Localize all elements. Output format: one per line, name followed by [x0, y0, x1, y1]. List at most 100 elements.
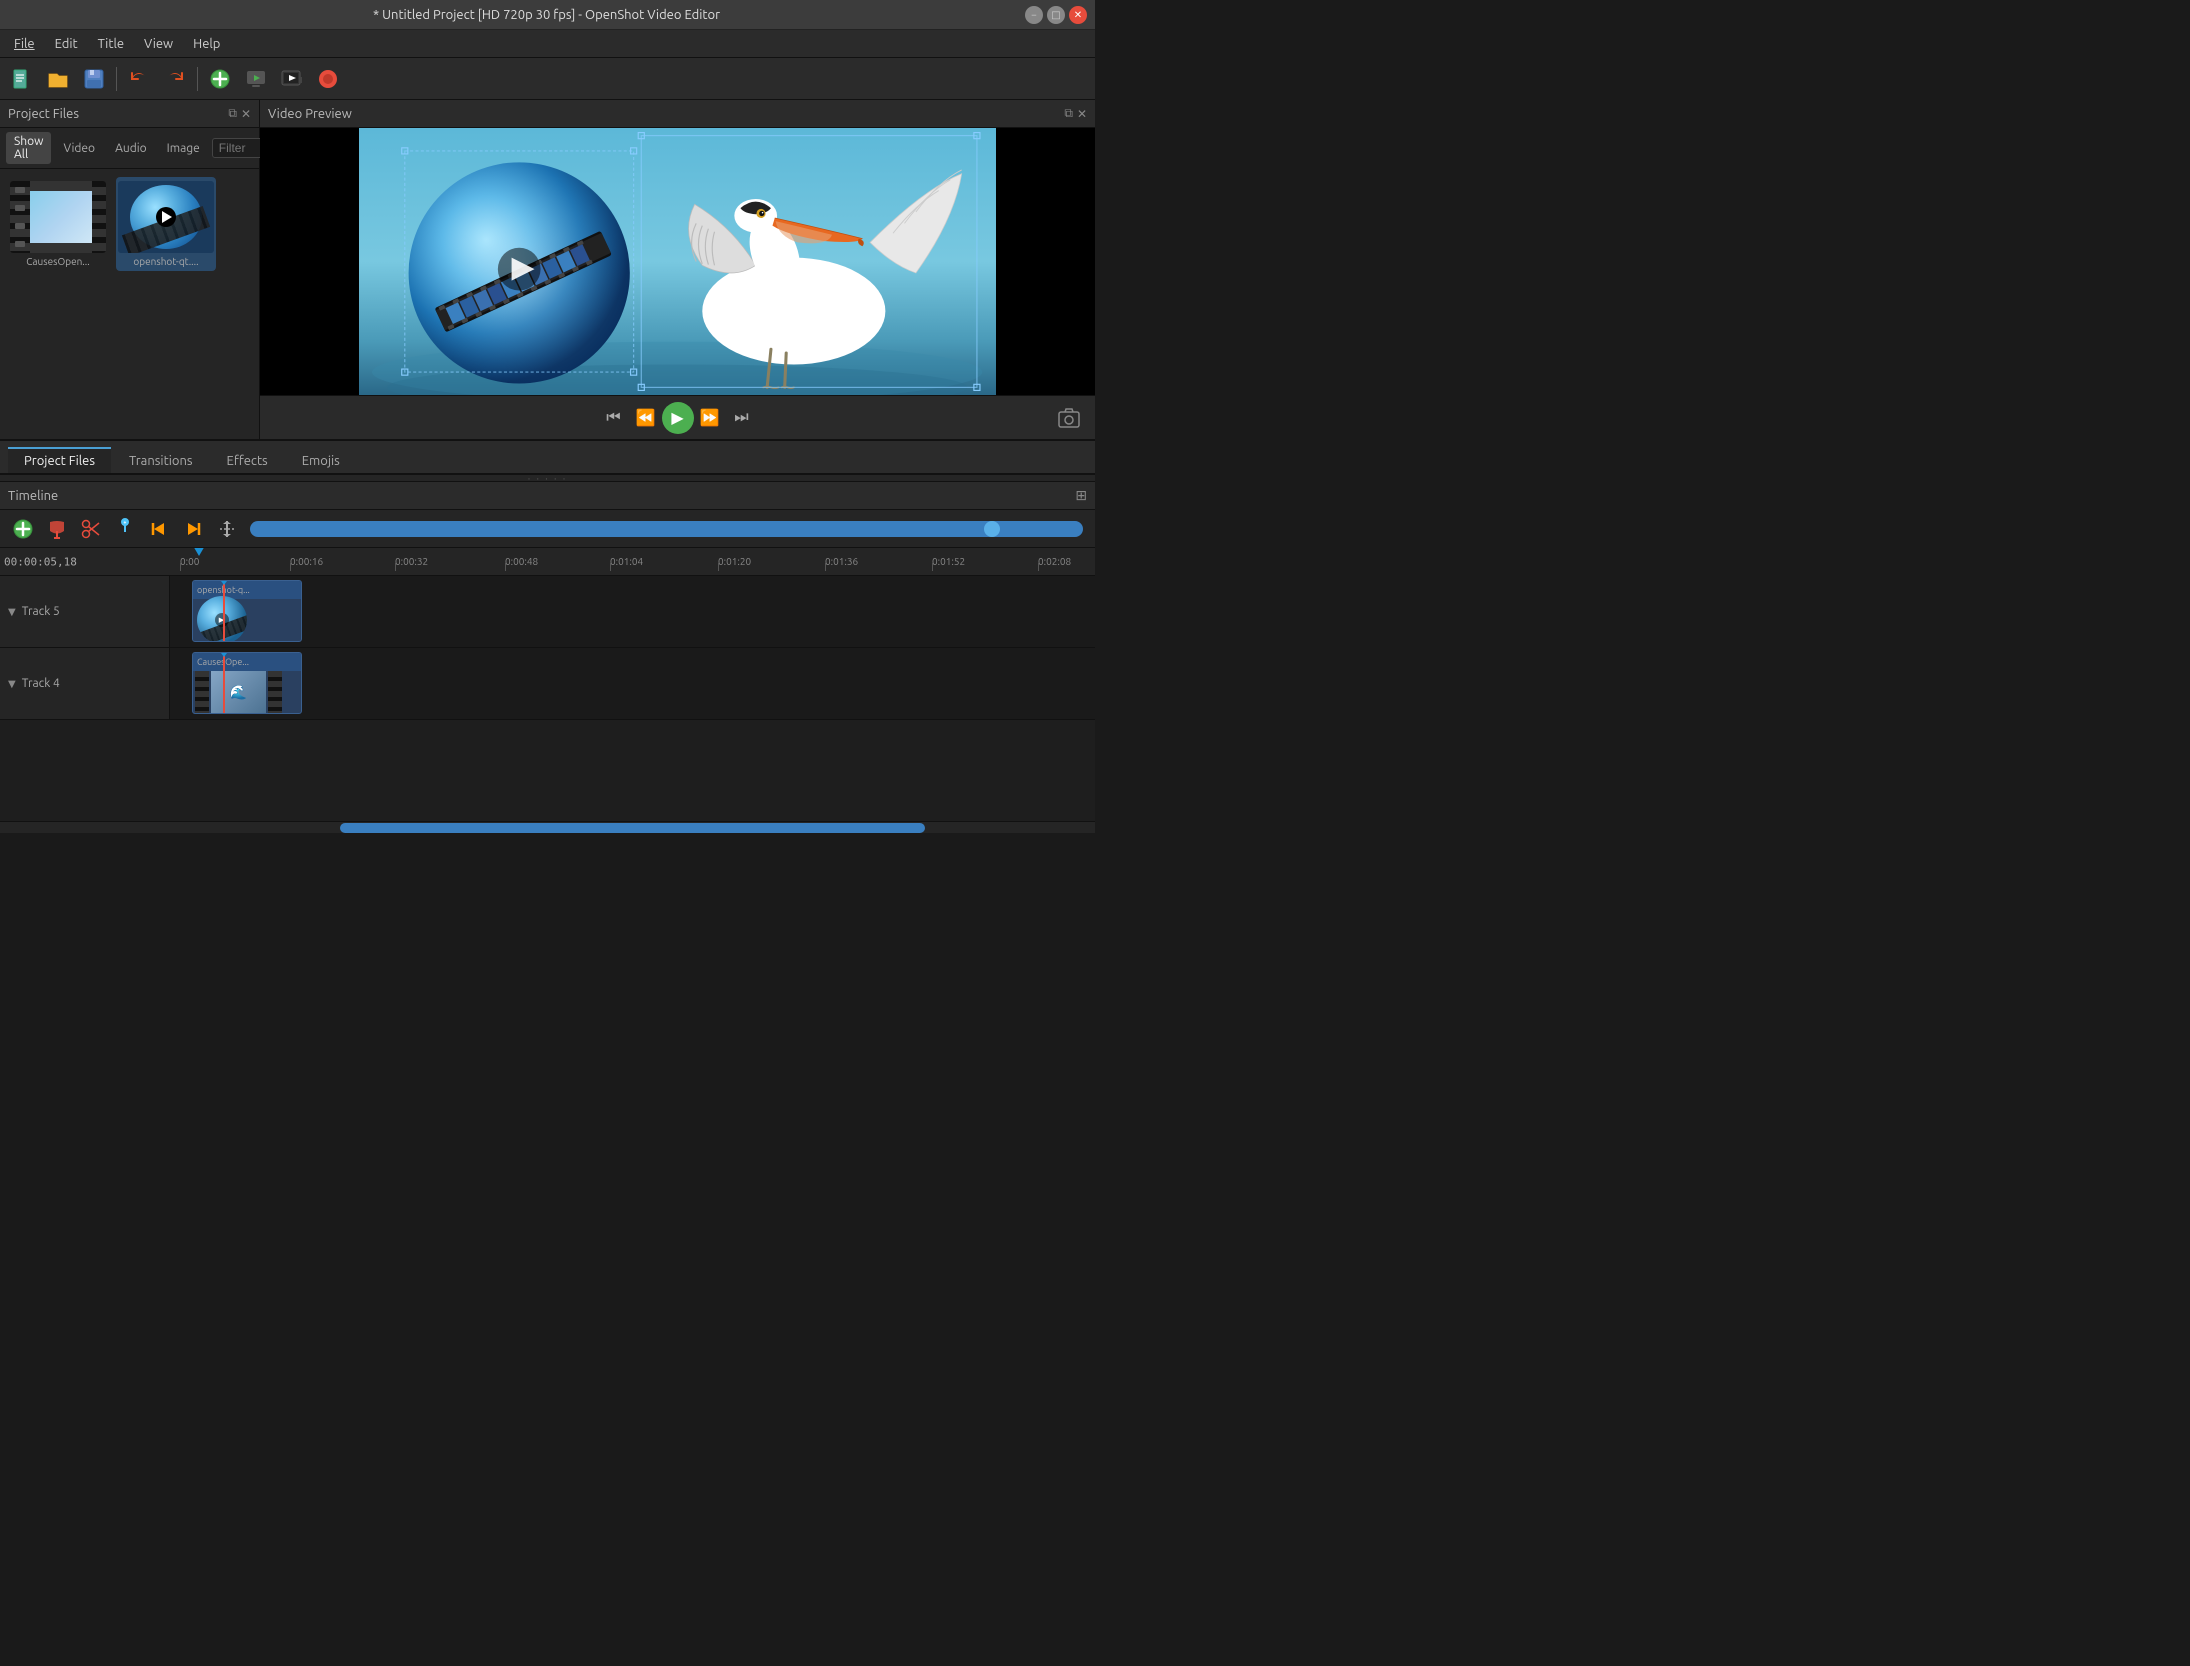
toolbar-separator-2 [197, 67, 198, 91]
jump-end-button[interactable] [178, 515, 208, 543]
tab-emojis[interactable]: Emojis [286, 447, 356, 473]
track-5-name: Track 5 [22, 605, 60, 618]
timeline-header-icon[interactable]: ⊞ [1075, 487, 1087, 504]
preview-svg [260, 128, 1095, 395]
track-4-clip-causes[interactable]: CausesOpe... 🌊 [192, 652, 302, 714]
menu-edit[interactable]: Edit [47, 35, 86, 53]
preview-button[interactable] [240, 63, 272, 95]
file-thumb-causes [10, 181, 106, 253]
preview-controls: ⏮ ⏪ ▶ ⏩ ⏭ [260, 395, 1095, 439]
record-button[interactable] [312, 63, 344, 95]
titlebar-title: * Untitled Project [HD 720p 30 fps] - Op… [68, 8, 1025, 22]
ruler-tick-152 [932, 563, 933, 571]
tab-effects[interactable]: Effects [211, 447, 284, 473]
add-clip-icon [209, 68, 231, 90]
undo-button[interactable] [123, 63, 155, 95]
track-5-content[interactable]: openshot-q... ▶ [170, 576, 1095, 647]
panel-resize-handle[interactable]: · · · · · [0, 474, 1095, 482]
project-files-header-icons: ⧉ ✕ [228, 107, 251, 121]
zoom-handle[interactable] [984, 521, 1000, 537]
add-track-button[interactable] [8, 515, 38, 543]
timeline-header: Timeline ⊞ [0, 482, 1095, 510]
bottom-tabs: Project Files Transitions Effects Emojis [0, 440, 1095, 474]
file-item-openshot[interactable]: openshot-qt.... [116, 177, 216, 271]
horizontal-scrollbar[interactable] [0, 821, 1095, 833]
preview-canvas [260, 128, 1095, 395]
openshot-logo-thumb [130, 185, 202, 249]
forward-to-end-button[interactable]: ⏭ [726, 402, 758, 434]
add-clip-button[interactable] [204, 63, 236, 95]
tab-transitions[interactable]: Transitions [113, 447, 209, 473]
ruler-playhead [192, 548, 206, 571]
toolbar [0, 58, 1095, 100]
new-button[interactable] [6, 63, 38, 95]
track-4-content[interactable]: CausesOpe... 🌊 [170, 648, 1095, 719]
camera-icon [1057, 406, 1081, 430]
tick-136: 0:01:36 [825, 556, 858, 567]
new-icon [11, 68, 33, 90]
filter-video[interactable]: Video [55, 139, 103, 158]
split-button[interactable] [76, 515, 106, 543]
screenshot-button[interactable] [1055, 404, 1083, 432]
save-button[interactable] [78, 63, 110, 95]
tick-152: 0:01:52 [932, 556, 965, 567]
jump-start-button[interactable] [144, 515, 174, 543]
menu-help[interactable]: Help [185, 35, 228, 53]
timeline-toolbar: + [0, 510, 1095, 548]
play-button[interactable]: ▶ [662, 402, 694, 434]
app: * Untitled Project [HD 720p 30 fps] - Op… [0, 0, 1095, 833]
filter-show-all[interactable]: Show All [6, 132, 51, 164]
jump-start-icon [148, 518, 170, 540]
preview-title: Video Preview [268, 107, 352, 121]
clip-title-causes: CausesOpe... [193, 653, 301, 671]
rewind-to-start-button[interactable]: ⏮ [598, 402, 630, 434]
menubar: File Edit Title View Help [0, 30, 1095, 58]
track-4-label: ▼ Track 4 [0, 648, 170, 719]
snap-button[interactable] [42, 515, 72, 543]
ruler-tick-16 [290, 563, 291, 571]
preview-header: Video Preview ⧉ ✕ [260, 100, 1095, 128]
preview-controls-wrapper: ⏮ ⏪ ▶ ⏩ ⏭ [260, 402, 1095, 434]
rewind-button[interactable]: ⏪ [630, 402, 662, 434]
titlebar-controls: − □ ✕ [1025, 6, 1087, 24]
panel-close-icon[interactable]: ✕ [241, 107, 251, 121]
fast-forward-button[interactable]: ⏩ [694, 402, 726, 434]
add-marker-button[interactable]: + [110, 515, 140, 543]
file-label-openshot: openshot-qt.... [118, 256, 214, 267]
track-4-arrow[interactable]: ▼ [8, 678, 16, 690]
track-5-arrow[interactable]: ▼ [8, 606, 16, 618]
menu-file[interactable]: File [6, 35, 43, 53]
file-item-causes[interactable]: CausesOpen... [8, 177, 108, 271]
clip-title-openshot: openshot-q... [193, 581, 301, 599]
tick-208: 0:02:08 [1038, 556, 1071, 567]
timeline-tracks: ▼ Track 5 openshot-q... ▶ [0, 576, 1095, 821]
center-playhead-button[interactable] [212, 515, 242, 543]
preview-header-icons: ⧉ ✕ [1064, 107, 1087, 121]
jump-end-icon [182, 518, 204, 540]
undo-icon [128, 68, 150, 90]
open-button[interactable] [42, 63, 74, 95]
filter-audio[interactable]: Audio [107, 139, 155, 158]
export-button[interactable] [276, 63, 308, 95]
timeline-ruler: 00:00:05,18 0:00 0:00:16 0:00:32 0:00:48… [0, 548, 1095, 576]
open-icon [47, 68, 69, 90]
track-5-playhead [223, 581, 225, 641]
timeline-title: Timeline [8, 489, 58, 503]
tab-project-files[interactable]: Project Files [8, 447, 111, 473]
close-button[interactable]: ✕ [1069, 6, 1087, 24]
project-files-panel: Project Files ⧉ ✕ Show All Video Audio I… [0, 100, 260, 439]
filter-image[interactable]: Image [159, 139, 208, 158]
preview-float-icon[interactable]: ⧉ [1064, 107, 1073, 121]
timeline-zoom-bar[interactable] [250, 521, 1083, 537]
scrollbar-thumb[interactable] [340, 823, 925, 833]
minimize-button[interactable]: − [1025, 6, 1043, 24]
maximize-button[interactable]: □ [1047, 6, 1065, 24]
menu-title[interactable]: Title [90, 35, 132, 53]
tick-48: 0:00:48 [505, 556, 538, 567]
redo-button[interactable] [159, 63, 191, 95]
menu-view[interactable]: View [136, 35, 181, 53]
export-icon [281, 68, 303, 90]
panel-float-icon[interactable]: ⧉ [228, 107, 237, 121]
track-5-clip-openshot[interactable]: openshot-q... ▶ [192, 580, 302, 642]
preview-close-icon[interactable]: ✕ [1077, 107, 1087, 121]
